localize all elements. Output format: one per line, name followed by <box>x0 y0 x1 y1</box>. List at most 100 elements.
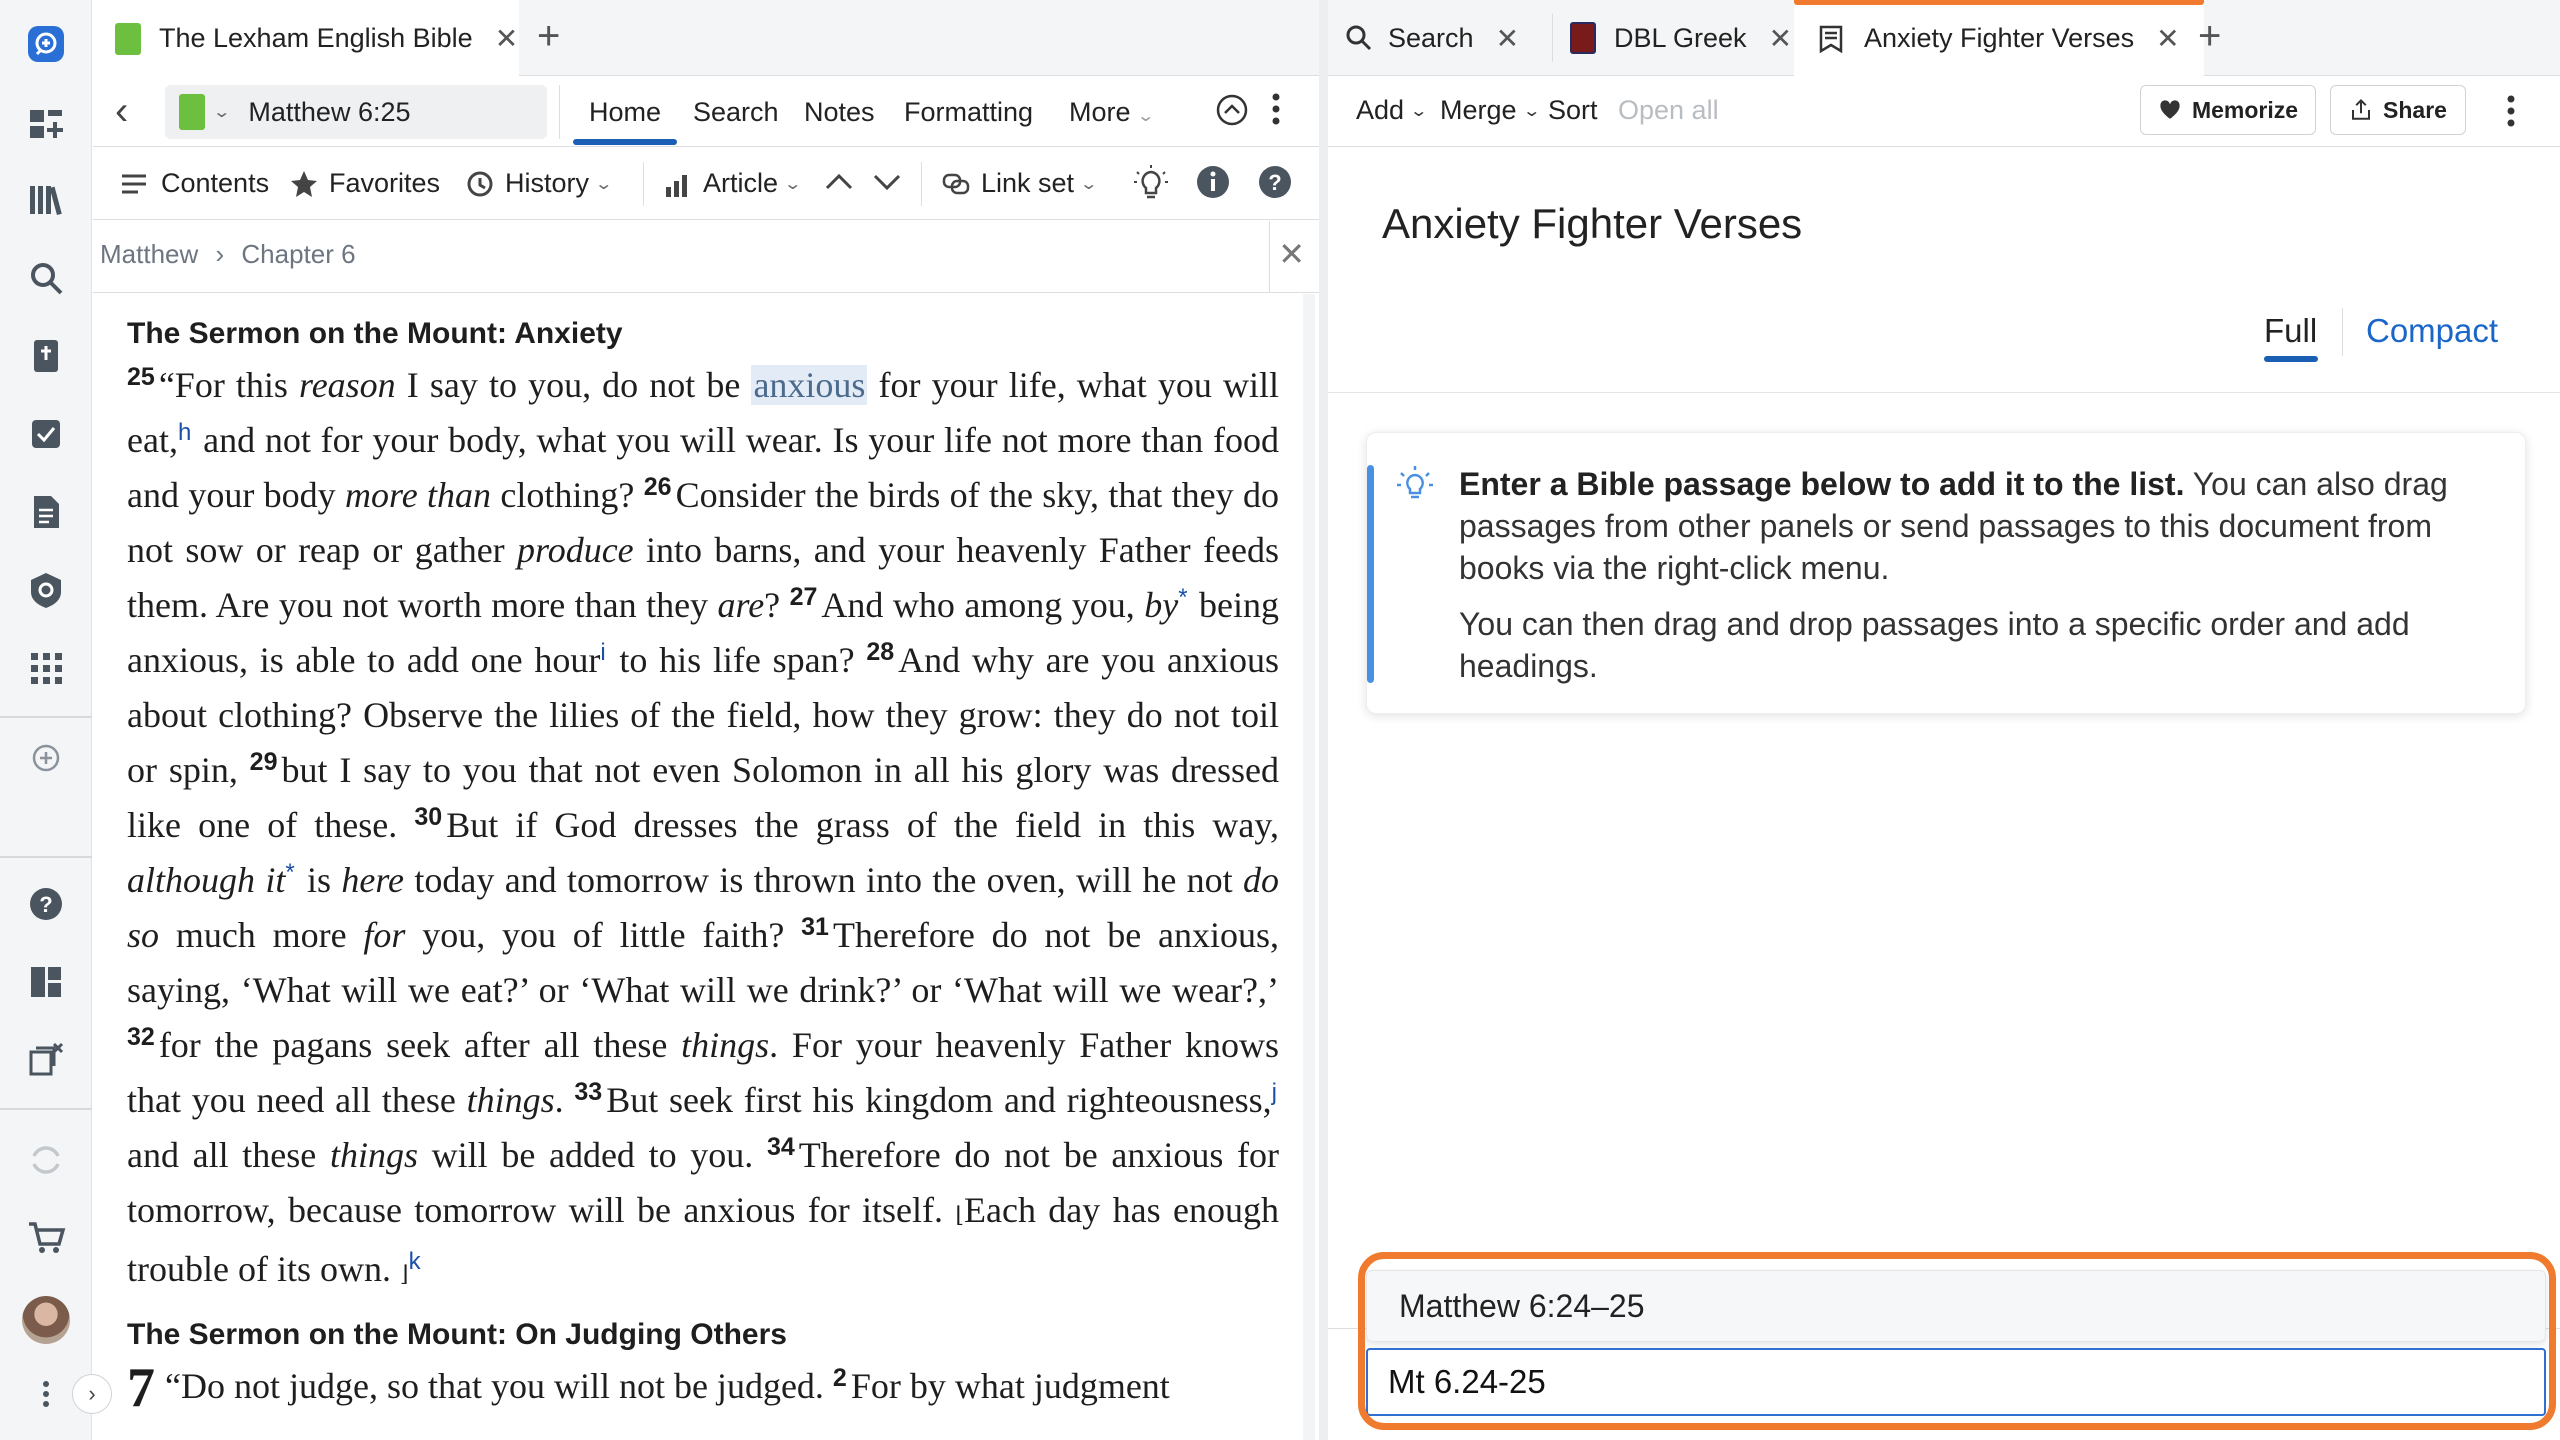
view-full-tab[interactable]: Full <box>2264 312 2317 350</box>
contents-label: Contents <box>161 168 270 198</box>
close-tab-icon[interactable]: ✕ <box>1769 22 1792 55</box>
footnote-marker[interactable]: k <box>409 1248 421 1275</box>
footnote-marker[interactable]: i <box>600 639 605 666</box>
more-vertical-icon[interactable] <box>22 1370 70 1418</box>
open-all-button[interactable]: Open all <box>1618 95 1719 126</box>
active-view-indicator <box>2264 356 2318 362</box>
footnote-marker[interactable]: j <box>1272 1079 1277 1106</box>
contents-button[interactable]: Contents <box>119 168 269 199</box>
breadcrumb-chapter[interactable]: Chapter 6 <box>241 239 355 269</box>
tab-search[interactable]: Search <box>693 97 779 128</box>
user-avatar[interactable] <box>22 1296 70 1344</box>
verse-number[interactable]: 28 <box>866 638 894 666</box>
dashboard-icon[interactable] <box>22 100 70 148</box>
reference-box[interactable]: ⌄ Matthew 6:25 <box>165 85 547 139</box>
help-icon[interactable]: ? <box>22 880 70 928</box>
chevron-down-icon[interactable]: ⌄ <box>212 102 231 122</box>
verse-number[interactable]: 30 <box>414 803 442 831</box>
history-button[interactable]: History ⌄ <box>465 168 613 199</box>
insights-lightbulb-icon[interactable] <box>1133 164 1169 202</box>
tab-anxiety-fighter-verses[interactable]: Anxiety Fighter Verses ✕ <box>1794 0 2204 77</box>
highlighted-word[interactable]: anxious <box>751 365 868 405</box>
panel-menu-icon[interactable] <box>2504 91 2518 131</box>
guides-icon[interactable] <box>22 566 70 614</box>
breadcrumb-book[interactable]: Matthew <box>100 239 198 269</box>
close-all-panels-icon[interactable] <box>22 1036 70 1084</box>
verse-text: today and tomorrow is thrown into the ov… <box>404 860 1244 900</box>
tab-dbl-greek[interactable]: DBL Greek ✕ <box>1560 0 1822 76</box>
apps-icon[interactable] <box>22 644 70 692</box>
verse-number[interactable]: 2 <box>833 1364 847 1392</box>
share-button[interactable]: Share <box>2330 85 2466 135</box>
passage-list-toolbar: Add ⌄ Merge ⌄ Sort Open all Memorize Share <box>1328 77 2560 147</box>
logos-home-icon[interactable] <box>22 20 70 68</box>
passage-entry-input[interactable]: Mt 6.24-25 <box>1366 1348 2546 1416</box>
quote-bracket: ⌊ <box>955 1202 964 1227</box>
expand-rail-button[interactable]: › <box>72 1374 112 1414</box>
tab-lexham-bible[interactable]: The Lexham English Bible ✕ <box>93 0 519 77</box>
next-article-icon[interactable] <box>871 166 903 198</box>
sync-scroll-icon[interactable] <box>1215 93 1249 127</box>
info-icon[interactable] <box>1195 164 1231 200</box>
sync-icon[interactable] <box>22 1136 70 1184</box>
verse-text-italic: things <box>466 1080 555 1120</box>
cart-icon[interactable] <box>22 1214 70 1262</box>
document-title[interactable]: Anxiety Fighter Verses <box>1382 200 1802 248</box>
back-arrow-icon[interactable]: ‹ <box>115 89 128 134</box>
divider <box>1328 392 2560 393</box>
tab-title: Anxiety Fighter Verses <box>1864 23 2135 53</box>
help-icon[interactable]: ? <box>1257 164 1293 200</box>
close-tab-icon[interactable]: ✕ <box>495 22 518 55</box>
tasks-icon[interactable] <box>22 410 70 458</box>
verse-number[interactable]: 27 <box>790 583 818 611</box>
sort-button[interactable]: Sort <box>1548 95 1598 126</box>
translation-note-marker[interactable]: * <box>1178 584 1187 611</box>
tab-notes[interactable]: Notes <box>804 97 875 128</box>
tab-formatting[interactable]: Formatting <box>904 97 1033 128</box>
memorize-button[interactable]: Memorize <box>2140 85 2316 135</box>
article-button[interactable]: Article ⌄ <box>663 168 802 199</box>
add-shortcut-icon[interactable] <box>22 734 70 782</box>
add-tab-button[interactable]: + <box>2198 14 2221 58</box>
close-tab-icon[interactable]: ✕ <box>2156 22 2179 55</box>
library-icon[interactable] <box>22 176 70 224</box>
add-menu[interactable]: Add ⌄ <box>1356 95 1428 126</box>
tab-search[interactable]: Search ✕ <box>1344 0 1544 76</box>
close-tab-icon[interactable]: ✕ <box>1496 22 1519 55</box>
verse-number[interactable]: 31 <box>801 913 829 941</box>
favorites-button[interactable]: Favorites <box>289 168 440 199</box>
footnote-marker[interactable]: h <box>178 419 191 446</box>
verse-number[interactable]: 32 <box>127 1023 155 1051</box>
instructions-card: Enter a Bible passage below to add it to… <box>1366 432 2526 714</box>
rail-divider <box>0 1108 92 1110</box>
verse-number[interactable]: 33 <box>574 1078 602 1106</box>
passage-suggestion[interactable]: Matthew 6:24–25 <box>1366 1270 2546 1342</box>
section-heading: The Sermon on the Mount: On Judging Othe… <box>127 1318 787 1351</box>
previous-article-icon[interactable] <box>823 166 855 198</box>
verse-number[interactable]: 29 <box>250 748 278 776</box>
translation-note-marker[interactable]: * <box>285 859 294 886</box>
merge-menu[interactable]: Merge ⌄ <box>1440 95 1541 126</box>
reference-input[interactable]: Matthew 6:25 <box>248 97 410 128</box>
tab-home[interactable]: Home <box>589 97 661 128</box>
panel-splitter[interactable] <box>1319 0 1328 1440</box>
panel-menu-icon[interactable] <box>1269 89 1283 129</box>
search-icon[interactable] <box>22 254 70 302</box>
bible-icon[interactable] <box>22 332 70 380</box>
add-tab-button[interactable]: + <box>537 14 560 58</box>
verse-number[interactable]: 34 <box>767 1133 795 1161</box>
document-icon[interactable] <box>22 488 70 536</box>
link-icon <box>941 169 971 199</box>
view-compact-tab[interactable]: Compact <box>2366 312 2498 350</box>
bible-nav-row: ‹ ⌄ Matthew 6:25 Home Search Notes Forma… <box>93 77 1319 147</box>
link-set-button[interactable]: Link set ⌄ <box>941 168 1098 199</box>
chapter-number[interactable]: 7 <box>127 1357 155 1419</box>
tab-more[interactable]: More ⌄ <box>1069 97 1155 128</box>
text-scrollbar[interactable] <box>1303 294 1315 1440</box>
layouts-icon[interactable] <box>22 958 70 1006</box>
verse-text-italic: things <box>329 1135 418 1175</box>
close-breadcrumb-icon[interactable]: ✕ <box>1278 235 1305 273</box>
verse-number[interactable]: 25 <box>127 363 155 391</box>
history-label: History <box>505 168 590 198</box>
verse-number[interactable]: 26 <box>644 473 672 501</box>
